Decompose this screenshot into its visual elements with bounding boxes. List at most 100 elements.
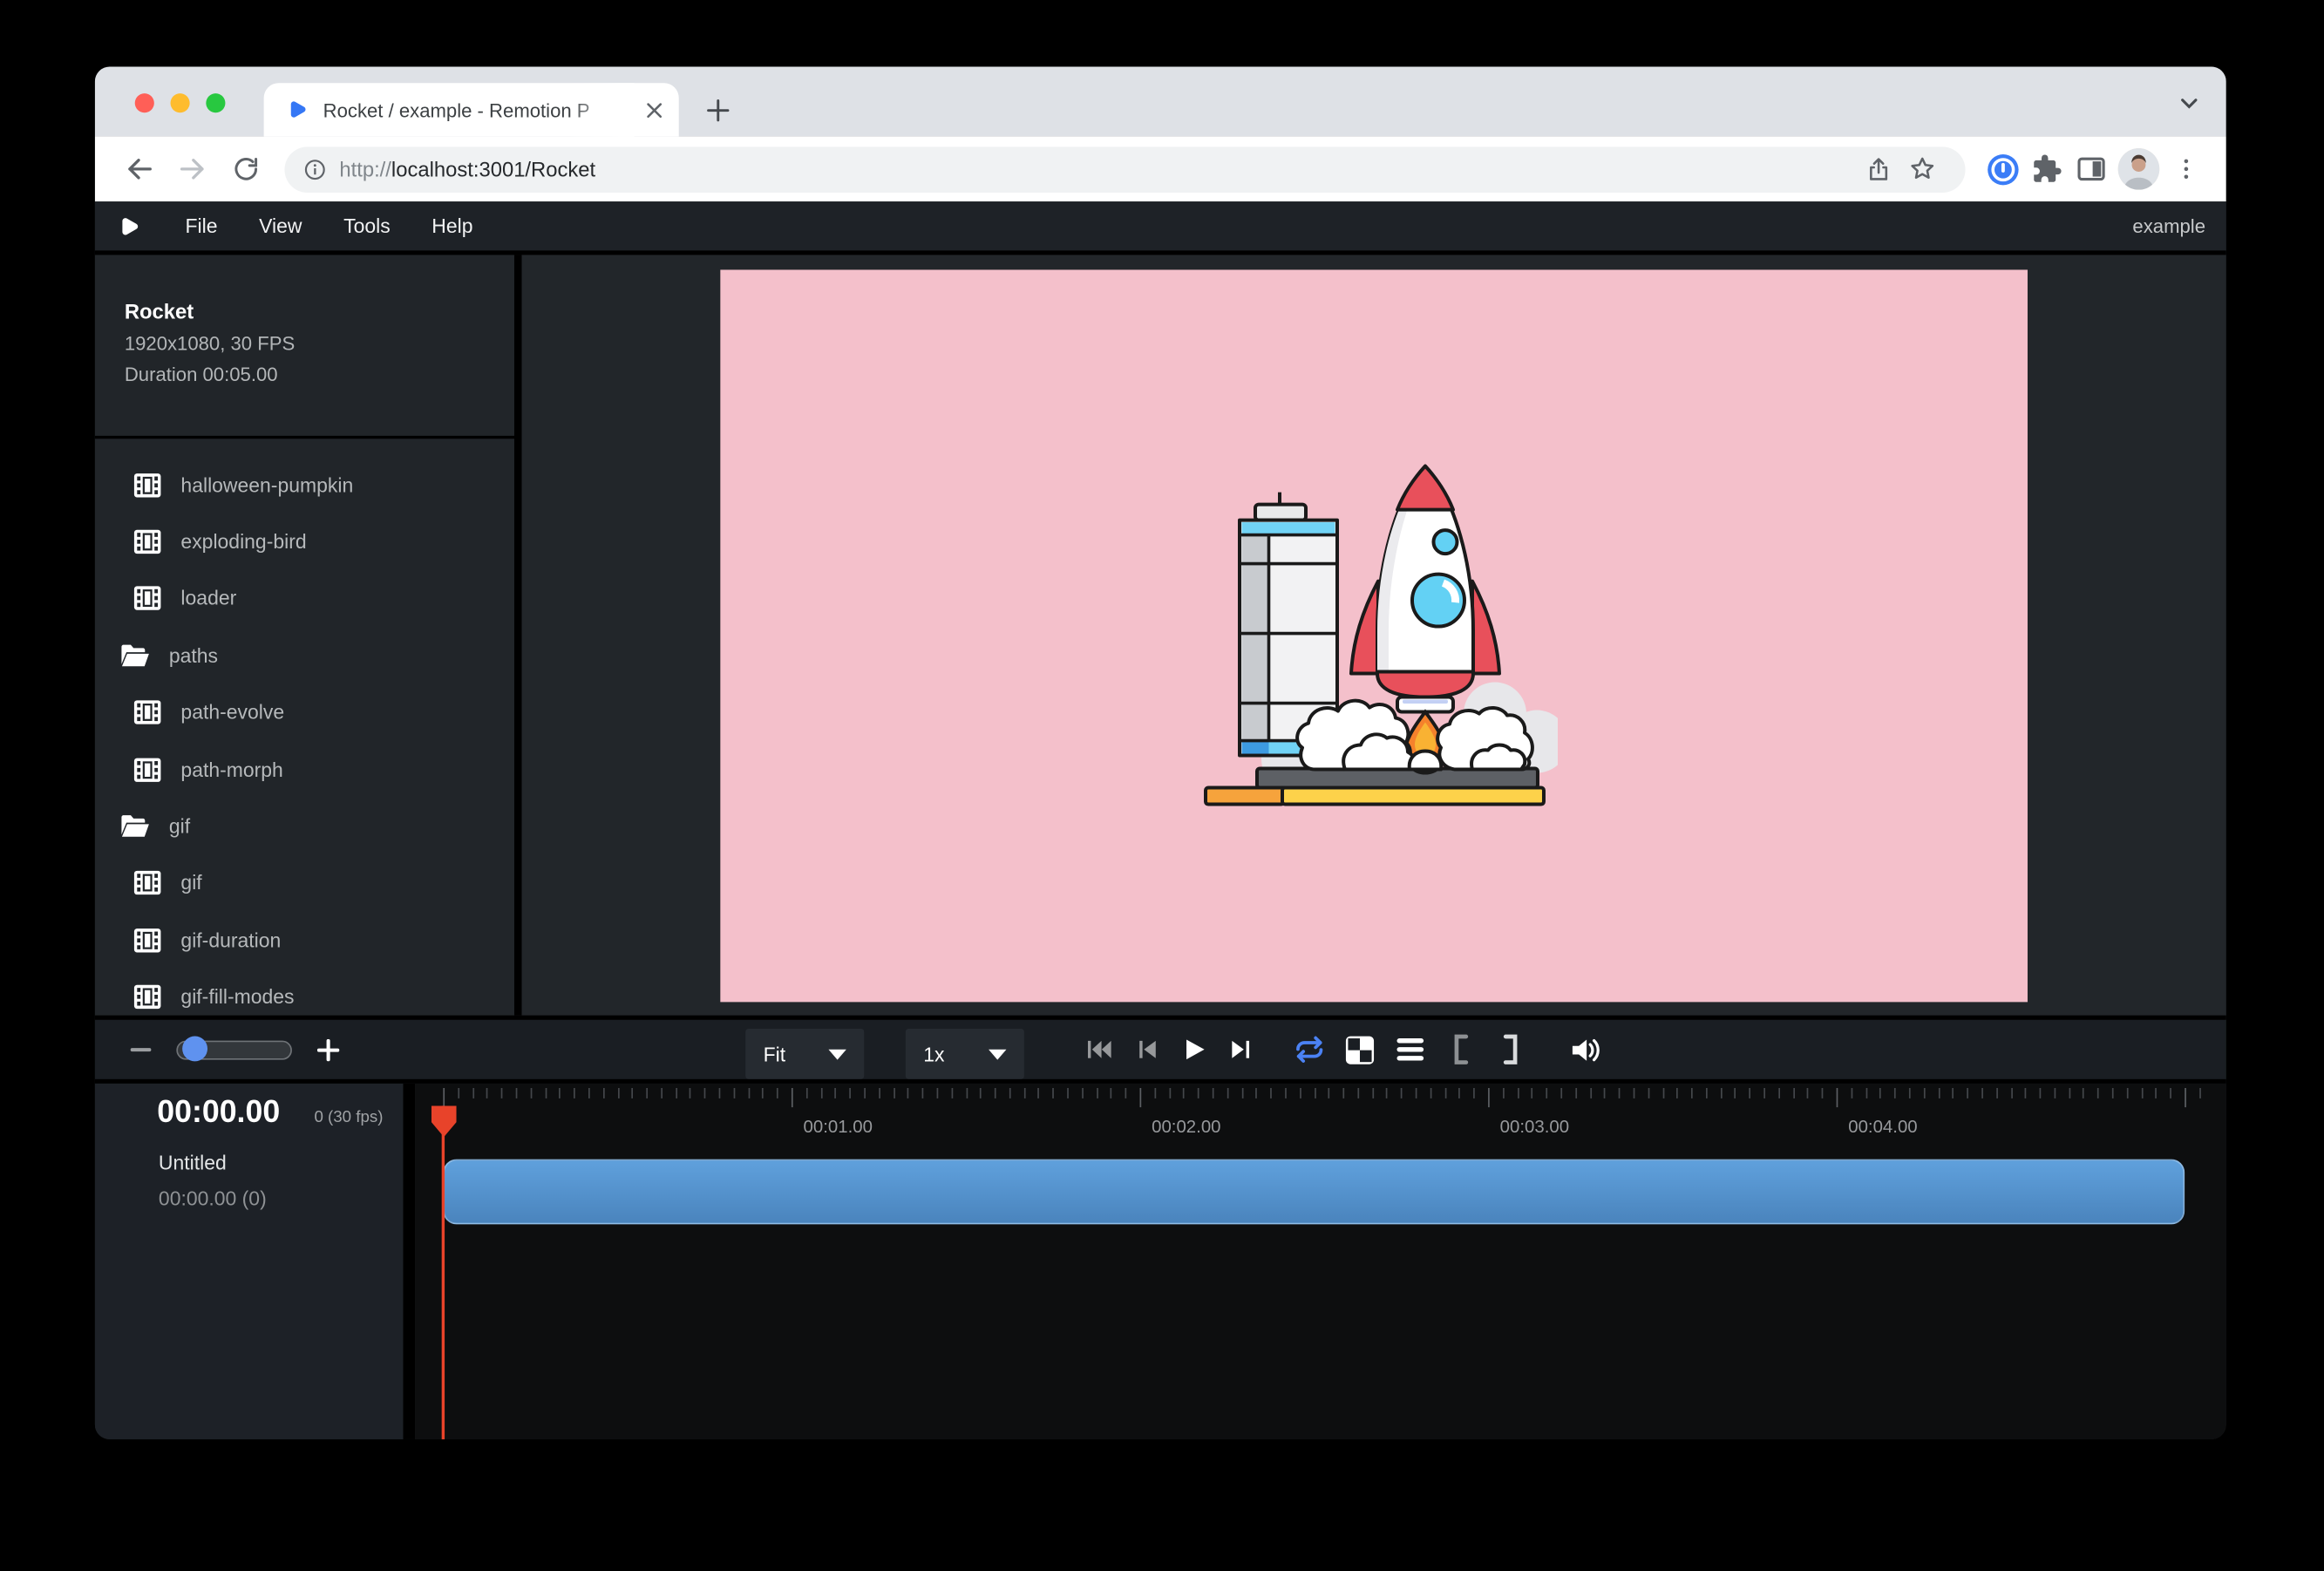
ruler-minor-tick — [2171, 1088, 2172, 1098]
ruler-time-label: 00:01.00 — [804, 1116, 873, 1137]
ruler-minor-tick — [661, 1088, 663, 1098]
playback-speed-dropdown[interactable]: 1x — [906, 1029, 1024, 1079]
ruler-minor-tick — [1111, 1088, 1112, 1098]
bookmark-star-icon[interactable] — [1900, 146, 1945, 191]
ruler-minor-tick — [1328, 1088, 1330, 1098]
tab-close-icon[interactable] — [641, 97, 668, 124]
menu-file[interactable]: File — [186, 215, 218, 238]
ruler-time-label: 00:04.00 — [1848, 1116, 1917, 1137]
ruler-minor-tick — [1473, 1088, 1475, 1098]
ruler-minor-tick — [1851, 1088, 1852, 1098]
remotion-logo[interactable] — [116, 214, 141, 238]
chevron-down-icon — [828, 1049, 846, 1059]
composition-list-item[interactable]: halloween-pumpkin — [95, 457, 514, 513]
ruler-minor-tick — [1619, 1088, 1621, 1098]
composition-list-item[interactable]: path-morph — [95, 741, 514, 798]
ruler-minor-tick — [588, 1088, 590, 1098]
url-field[interactable]: http:// localhost:3001/Rocket — [284, 146, 1965, 192]
loop-toggle-icon[interactable] — [1293, 1032, 1327, 1066]
close-window-button[interactable] — [135, 93, 154, 112]
composition-label: gif-fill-modes — [180, 986, 294, 1009]
minimize-window-button[interactable] — [171, 93, 190, 112]
ruler-minor-tick — [2199, 1088, 2201, 1098]
open-folder-icon — [120, 643, 150, 669]
zoom-slider-knob[interactable] — [182, 1036, 207, 1061]
ruler-minor-tick — [1241, 1088, 1243, 1098]
profile-avatar[interactable] — [2118, 148, 2160, 190]
film-strip-icon — [133, 473, 161, 498]
canvas-size-dropdown[interactable]: Fit — [745, 1029, 864, 1079]
transparency-checkerboard-icon[interactable] — [1342, 1032, 1376, 1066]
rich-timeline-icon[interactable] — [1393, 1032, 1427, 1066]
ruler-minor-tick — [1822, 1088, 1824, 1098]
ruler-minor-tick — [748, 1088, 750, 1098]
ruler-minor-tick — [530, 1088, 532, 1098]
back-button[interactable] — [112, 142, 166, 195]
ruler-minor-tick — [850, 1088, 852, 1098]
playback-controls-bar: Fit 1x — [95, 1016, 2226, 1084]
ruler-minor-tick — [1357, 1088, 1359, 1098]
tab-search-chevron-icon[interactable] — [2178, 93, 2199, 120]
ruler-minor-tick — [1444, 1088, 1446, 1098]
ruler-minor-tick — [1387, 1088, 1389, 1098]
password-manager-icon[interactable] — [1981, 146, 2025, 191]
reload-button[interactable] — [220, 142, 273, 195]
share-icon[interactable] — [1856, 146, 1900, 191]
timeline-info-panel: 00:00.00 0 (30 fps) Untitled 00:00.00 (0… — [95, 1084, 415, 1439]
zoom-in-icon[interactable] — [317, 1038, 340, 1061]
ruler-minor-tick — [2054, 1088, 2056, 1098]
timeline-track-area[interactable]: 00:01.0000:02.0000:03.0000:04.00 — [415, 1084, 2226, 1439]
extensions-puzzle-icon[interactable] — [2025, 146, 2069, 191]
ruler-minor-tick — [1067, 1088, 1069, 1098]
ruler-time-label: 00:02.00 — [1152, 1116, 1220, 1137]
ruler-minor-tick — [1038, 1088, 1040, 1098]
ruler-minor-tick — [980, 1088, 982, 1098]
next-frame-button[interactable] — [1224, 1032, 1258, 1066]
ruler-minor-tick — [1430, 1088, 1431, 1098]
ruler-minor-tick — [1953, 1088, 1954, 1098]
composition-list-item[interactable]: gif — [95, 855, 514, 912]
composition-list-item[interactable]: exploding-bird — [95, 513, 514, 570]
composition-title: Rocket — [125, 299, 194, 323]
timeline-zoom-slider[interactable] — [176, 1040, 292, 1059]
ruler-minor-tick — [1560, 1088, 1562, 1098]
composition-list-item[interactable]: gif-duration — [95, 912, 514, 969]
ruler-minor-tick — [704, 1088, 706, 1098]
browser-menu-kebab-icon[interactable] — [2164, 146, 2208, 191]
previous-frame-button[interactable] — [1130, 1032, 1164, 1066]
ruler-minor-tick — [893, 1088, 894, 1098]
new-tab-button[interactable] — [700, 92, 736, 127]
zoom-out-icon[interactable] — [131, 1039, 152, 1060]
side-panel-icon[interactable] — [2069, 146, 2114, 191]
compositions-sidebar: Rocket 1920x1080, 30 FPS Duration 00:05.… — [95, 255, 522, 1015]
ruler-minor-tick — [879, 1088, 880, 1098]
forward-button[interactable] — [166, 142, 219, 195]
playhead-marker[interactable] — [432, 1105, 457, 1137]
toolbar-toggles — [1293, 1020, 1604, 1079]
composition-resolution: 1920x1080, 30 FPS — [125, 332, 295, 355]
composition-list-item[interactable]: path-evolve — [95, 684, 514, 741]
menu-view[interactable]: View — [259, 215, 302, 238]
composition-list-item[interactable]: loader — [95, 570, 514, 627]
skip-to-start-button[interactable] — [1082, 1032, 1116, 1066]
ruler-minor-tick — [1706, 1088, 1708, 1098]
fullscreen-window-button[interactable] — [206, 93, 225, 112]
menu-help[interactable]: Help — [432, 215, 472, 238]
timeline-sequence-bar[interactable] — [443, 1160, 2185, 1225]
composition-list-item[interactable]: paths — [95, 628, 514, 684]
browser-tab[interactable]: Rocket / example - Remotion P — [264, 83, 679, 136]
ruler-minor-tick — [1909, 1088, 1911, 1098]
composition-list-item[interactable]: gif — [95, 798, 514, 854]
ruler-minor-tick — [1575, 1088, 1577, 1098]
composition-list-item[interactable]: gif-fill-modes — [95, 969, 514, 1016]
play-button[interactable] — [1177, 1032, 1211, 1066]
in-point-bracket-icon[interactable] — [1444, 1032, 1478, 1066]
tab-strip: Rocket / example - Remotion P — [95, 67, 2226, 137]
menu-tools[interactable]: Tools — [343, 215, 391, 238]
ruler-major-tick — [2185, 1088, 2186, 1107]
volume-icon[interactable] — [1570, 1032, 1604, 1066]
out-point-bracket-icon[interactable] — [1494, 1032, 1528, 1066]
site-info-icon[interactable] — [302, 156, 328, 181]
chevron-down-icon — [989, 1049, 1006, 1059]
ruler-minor-tick — [1169, 1088, 1171, 1098]
